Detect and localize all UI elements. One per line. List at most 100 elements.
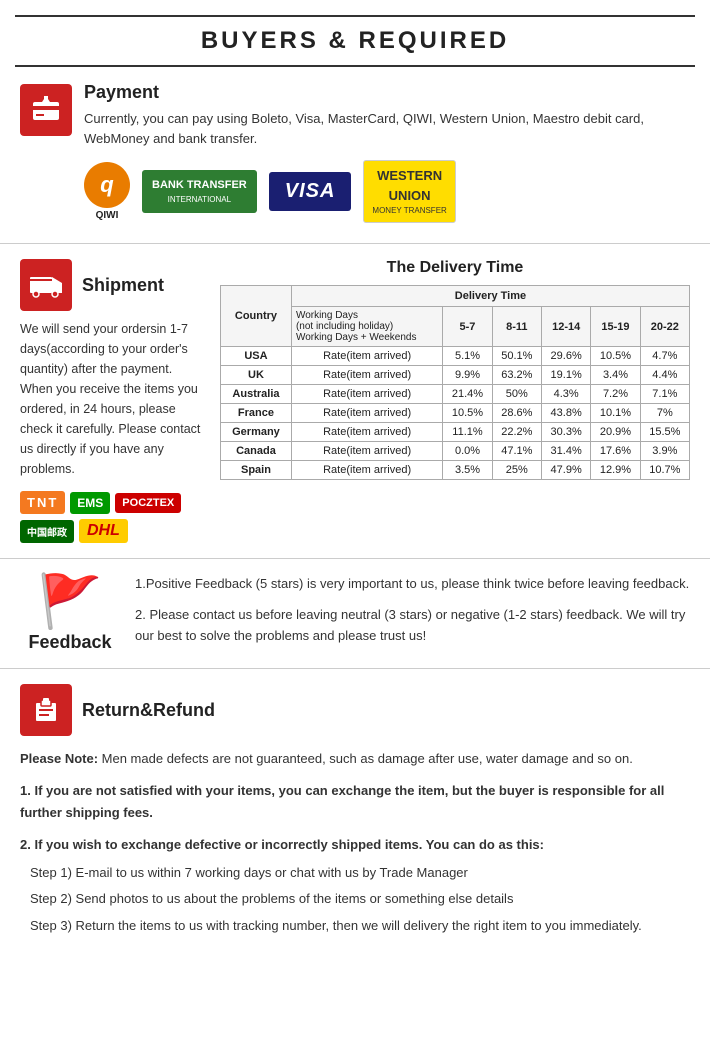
- cell-country: Canada: [221, 442, 292, 461]
- cell-d5: 4.7%: [640, 347, 689, 366]
- cell-d2: 63.2%: [492, 366, 541, 385]
- cell-label: Rate(item arrived): [291, 461, 442, 480]
- cell-d3: 47.9%: [541, 461, 590, 480]
- cell-d4: 7.2%: [591, 385, 640, 404]
- cell-d5: 10.7%: [640, 461, 689, 480]
- cell-d3: 43.8%: [541, 404, 590, 423]
- table-row: Canada Rate(item arrived) 0.0% 47.1% 31.…: [221, 442, 690, 461]
- table-row: Australia Rate(item arrived) 21.4% 50% 4…: [221, 385, 690, 404]
- return-point2: 2. If you wish to exchange defective or …: [20, 834, 690, 856]
- payment-logos: q QIWI BANK TRANSFER INTERNATIONAL VISA …: [84, 160, 690, 223]
- cell-label: Rate(item arrived): [291, 423, 442, 442]
- cell-d2: 50.1%: [492, 347, 541, 366]
- cell-d5: 4.4%: [640, 366, 689, 385]
- return-icon-svg: [31, 695, 61, 725]
- cell-d2: 25%: [492, 461, 541, 480]
- return-note: Please Note: Men made defects are not gu…: [20, 748, 690, 770]
- cell-d1: 3.5%: [443, 461, 492, 480]
- cell-label: Rate(item arrived): [291, 347, 442, 366]
- col-20-22: 20-22: [640, 307, 689, 347]
- cell-country: France: [221, 404, 292, 423]
- cell-d2: 22.2%: [492, 423, 541, 442]
- cell-d1: 5.1%: [443, 347, 492, 366]
- return-icon: [20, 684, 72, 736]
- shipment-icon-svg: [29, 271, 63, 299]
- return-title: Return&Refund: [82, 700, 215, 721]
- cell-d5: 7.1%: [640, 385, 689, 404]
- feedback-section: 🚩 Feedback 1.Positive Feedback (5 stars)…: [0, 559, 710, 669]
- cell-label: Rate(item arrived): [291, 404, 442, 423]
- shipment-title: Shipment: [82, 275, 164, 296]
- cell-country: Australia: [221, 385, 292, 404]
- cell-d4: 3.4%: [591, 366, 640, 385]
- shipment-section: Shipment We will send your ordersin 1-7 …: [0, 244, 710, 559]
- cell-d4: 10.5%: [591, 347, 640, 366]
- return-note-label: Please Note:: [20, 751, 98, 766]
- cell-d3: 31.4%: [541, 442, 590, 461]
- delivery-table: Country Delivery Time Working Days(not i…: [220, 285, 690, 480]
- bank-transfer-logo: BANK TRANSFER INTERNATIONAL: [142, 170, 257, 213]
- return-step: Step 1) E-mail to us within 7 working da…: [20, 862, 690, 884]
- return-step: Step 2) Send photos to us about the prob…: [20, 888, 690, 910]
- cell-d1: 21.4%: [443, 385, 492, 404]
- cell-country: Spain: [221, 461, 292, 480]
- col-15-19: 15-19: [591, 307, 640, 347]
- shipment-icon: [20, 259, 72, 311]
- return-content: Please Note: Men made defects are not gu…: [20, 748, 690, 937]
- cell-d4: 17.6%: [591, 442, 640, 461]
- return-step: Step 3) Return the items to us with trac…: [20, 915, 690, 937]
- chinapost-logo: 中国邮政: [20, 520, 74, 543]
- cell-d4: 10.1%: [591, 404, 640, 423]
- delivery-title: The Delivery Time: [220, 259, 690, 277]
- page-title: BUYERS & REQUIRED: [201, 27, 509, 55]
- dhl-logo: DHL: [79, 519, 128, 543]
- cell-d1: 9.9%: [443, 366, 492, 385]
- cell-country: UK: [221, 366, 292, 385]
- cell-d3: 4.3%: [541, 385, 590, 404]
- return-point1: 1. If you are not satisfied with your it…: [20, 780, 690, 824]
- col-8-11: 8-11: [492, 307, 541, 347]
- table-row: Germany Rate(item arrived) 11.1% 22.2% 3…: [221, 423, 690, 442]
- table-row: USA Rate(item arrived) 5.1% 50.1% 29.6% …: [221, 347, 690, 366]
- cell-d1: 0.0%: [443, 442, 492, 461]
- cell-d5: 3.9%: [640, 442, 689, 461]
- shipment-text: We will send your ordersin 1-7 days(acco…: [20, 319, 205, 479]
- cell-d4: 12.9%: [591, 461, 640, 480]
- cell-label: Rate(item arrived): [291, 385, 442, 404]
- feedback-point1: 1.Positive Feedback (5 stars) is very im…: [135, 574, 690, 595]
- cell-d2: 50%: [492, 385, 541, 404]
- payment-description: Currently, you can pay using Boleto, Vis…: [84, 109, 690, 148]
- cell-d5: 7%: [640, 404, 689, 423]
- western-union-logo: WESTERN UNION MONEY TRANSFER: [363, 160, 455, 223]
- col-5-7: 5-7: [443, 307, 492, 347]
- cell-label: Rate(item arrived): [291, 442, 442, 461]
- cell-d2: 47.1%: [492, 442, 541, 461]
- cell-label: Rate(item arrived): [291, 366, 442, 385]
- cell-d2: 28.6%: [492, 404, 541, 423]
- payment-icon: [20, 84, 72, 136]
- visa-logo: VISA: [269, 172, 352, 211]
- col-delivery: Delivery Time: [291, 286, 689, 307]
- cell-d3: 30.3%: [541, 423, 590, 442]
- page-header: BUYERS & REQUIRED: [15, 17, 695, 67]
- table-row: France Rate(item arrived) 10.5% 28.6% 43…: [221, 404, 690, 423]
- table-row: UK Rate(item arrived) 9.9% 63.2% 19.1% 3…: [221, 366, 690, 385]
- qiwi-logo: q QIWI: [84, 162, 130, 221]
- feedback-title: Feedback: [28, 632, 111, 653]
- payment-icon-svg: [30, 94, 62, 126]
- cell-d5: 15.5%: [640, 423, 689, 442]
- carrier-logos: TNT EMS POCZTEX 中国邮政 DHL: [20, 491, 205, 543]
- payment-title: Payment: [84, 82, 690, 103]
- pocztex-logo: POCZTEX: [115, 493, 181, 513]
- tnt-logo: TNT: [20, 491, 65, 514]
- return-refund-section: Return&Refund Please Note: Men made defe…: [0, 669, 710, 956]
- cell-d1: 11.1%: [443, 423, 492, 442]
- feedback-point2: 2. Please contact us before leaving neut…: [135, 605, 690, 647]
- payment-section: Payment Currently, you can pay using Bol…: [0, 67, 710, 244]
- cell-d4: 20.9%: [591, 423, 640, 442]
- return-note-text: Men made defects are not guaranteed, suc…: [98, 751, 633, 766]
- cell-d3: 29.6%: [541, 347, 590, 366]
- col-workdays: Working Days(not including holiday)Worki…: [291, 307, 442, 347]
- cell-d1: 10.5%: [443, 404, 492, 423]
- cell-country: USA: [221, 347, 292, 366]
